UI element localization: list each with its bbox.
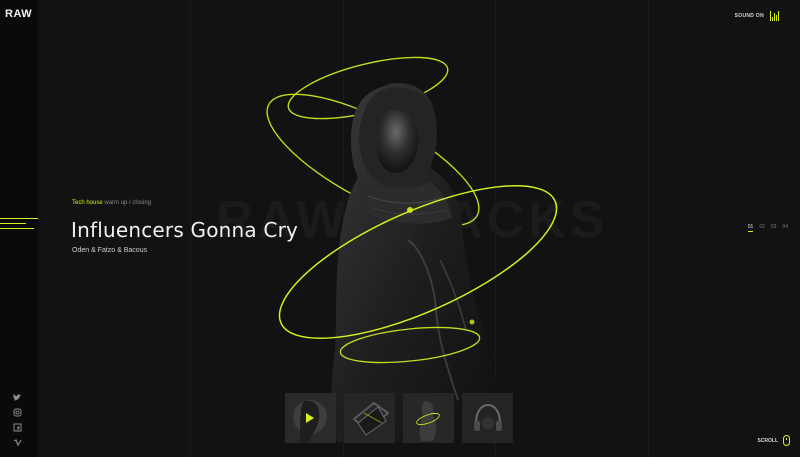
track-thumbnails (285, 393, 513, 443)
track-thumbnail-3[interactable] (403, 393, 454, 443)
track-artists: Oden & Fatzo & Bacous (72, 247, 148, 254)
sound-toggle[interactable]: SOUND ON (735, 11, 780, 21)
slide-pager: 01 02 03 04 (747, 224, 788, 232)
twitter-icon[interactable] (10, 393, 24, 403)
equalizer-icon (770, 11, 780, 21)
track-thumbnail-4[interactable] (462, 393, 513, 443)
pager-item-03[interactable]: 03 (771, 224, 777, 232)
pager-item-04[interactable]: 04 (782, 224, 788, 232)
track-thumbnail-2[interactable] (344, 393, 395, 443)
play-icon[interactable] (306, 413, 314, 423)
scroll-hint[interactable]: SCROLL (757, 435, 790, 446)
genre-accent[interactable]: Tech house (72, 200, 103, 206)
track-thumbnail-1[interactable] (285, 393, 336, 443)
hero-section: RAW TRACKS Tech house warm up / closing … (38, 0, 800, 457)
vimeo-icon[interactable] (10, 438, 24, 448)
menu-toggle[interactable] (0, 218, 38, 233)
mouse-icon (783, 435, 790, 446)
pager-item-02[interactable]: 02 (759, 224, 765, 232)
track-title: Influencers Gonna Cry (71, 218, 299, 242)
instagram-icon[interactable] (10, 408, 24, 418)
facebook-icon[interactable] (10, 423, 24, 433)
brand-logo[interactable]: RAW (5, 8, 32, 20)
sidebar: RAW (0, 0, 38, 457)
genre-tags: Tech house warm up / closing (72, 200, 151, 206)
genre-rest: warm up / closing (104, 200, 152, 206)
pager-item-01[interactable]: 01 (747, 224, 754, 232)
sound-label: SOUND ON (734, 13, 764, 19)
scroll-label: SCROLL (757, 437, 778, 444)
